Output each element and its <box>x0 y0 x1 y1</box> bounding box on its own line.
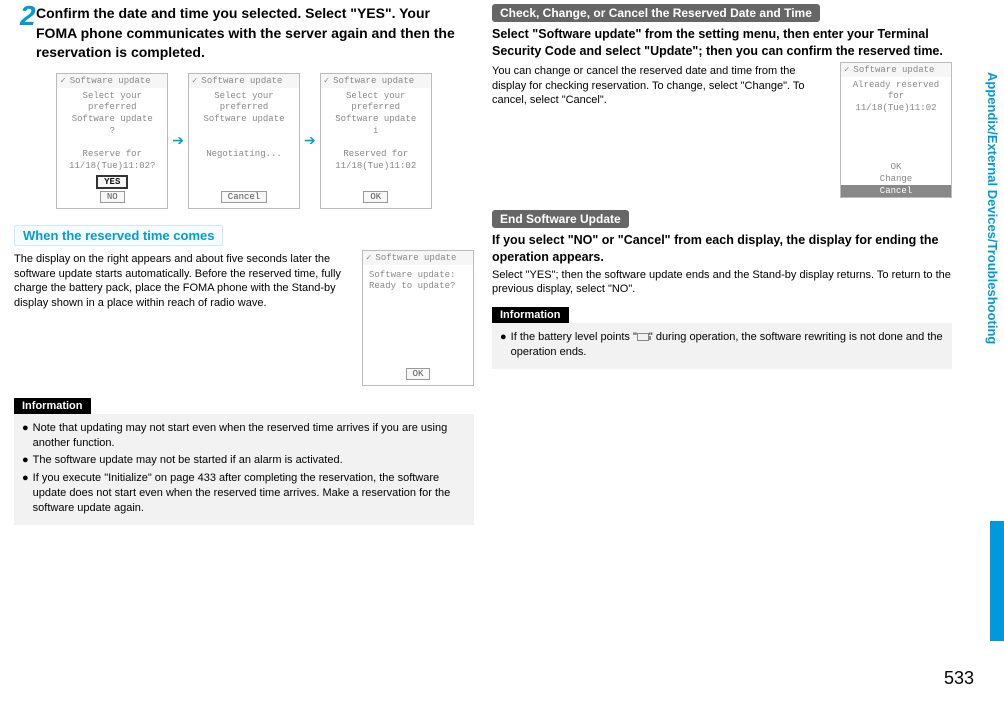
page-number: 533 <box>944 668 974 689</box>
screen-3: ✓Software update Select your preferred S… <box>320 73 432 209</box>
bold-intro-2: If you select "NO" or "Cancel" from each… <box>492 232 952 266</box>
yes-button: YES <box>96 175 128 189</box>
change-cancel-text: You can change or cancel the reserved da… <box>492 64 830 109</box>
screen-title: Software update <box>375 253 456 263</box>
screen-reserved: ✓Software update Already reserved for 11… <box>840 62 952 198</box>
information-label: Information <box>14 398 91 414</box>
end-update-text: Select "YES"; then the software update e… <box>492 268 952 298</box>
no-button: NO <box>100 191 125 203</box>
screen-1: ✓Software update Select your preferred S… <box>56 73 168 209</box>
cancel-button: Cancel <box>221 191 267 203</box>
info-item: The software update may not be started i… <box>33 453 343 468</box>
section-end-update: End Software Update <box>492 210 629 228</box>
screens-row: ✓Software update Select your preferred S… <box>14 73 474 209</box>
info-item: If the battery level points "" during op… <box>511 330 944 360</box>
screen-body: Select your preferred Software update i … <box>323 91 429 173</box>
screen-title: Software update <box>201 76 282 86</box>
step-number: 2 <box>20 0 36 32</box>
menu-change: Change <box>841 173 951 185</box>
menu-ok: OK <box>841 161 951 173</box>
bold-intro-1: Select "Software update" from the settin… <box>492 26 952 60</box>
arrow-icon: ➔ <box>172 132 184 149</box>
arrow-icon: ➔ <box>304 132 316 149</box>
screen-title: Software update <box>853 65 934 75</box>
info-item: Note that updating may not start even wh… <box>33 421 466 451</box>
ok-button: OK <box>363 191 388 203</box>
battery-icon <box>637 333 649 341</box>
screen-body: Already reserved for 11/18(Tue)11:02 <box>843 80 949 115</box>
information-box: ●If the battery level points "" during o… <box>492 323 952 369</box>
reserved-time-text: The display on the right appears and abo… <box>14 252 354 311</box>
screen-body: Software update: Ready to update? <box>365 268 471 295</box>
screen-ready: ✓Software update Software update: Ready … <box>362 250 474 386</box>
subheading-reserved-time: When the reserved time comes <box>14 225 223 246</box>
ok-button: OK <box>406 368 431 380</box>
screen-2: ✓Software update Select your preferred S… <box>188 73 300 209</box>
information-box: ●Note that updating may not start even w… <box>14 414 474 525</box>
screen-body: Select your preferred Software update ? … <box>59 91 165 173</box>
screen-title: Software update <box>70 76 151 86</box>
menu-cancel: Cancel <box>841 185 951 197</box>
screen-body: Select your preferred Software update Ne… <box>191 91 297 161</box>
side-tab: Appendix/External Devices/Troubleshootin… <box>980 72 1004 641</box>
side-tab-bar <box>990 521 1004 641</box>
section-check-change-cancel: Check, Change, or Cancel the Reserved Da… <box>492 4 820 22</box>
information-label: Information <box>492 307 569 323</box>
screen-title: Software update <box>333 76 414 86</box>
step-heading: Confirm the date and time you selected. … <box>36 4 474 63</box>
info-item: If you execute "Initialize" on page 433 … <box>33 471 466 516</box>
